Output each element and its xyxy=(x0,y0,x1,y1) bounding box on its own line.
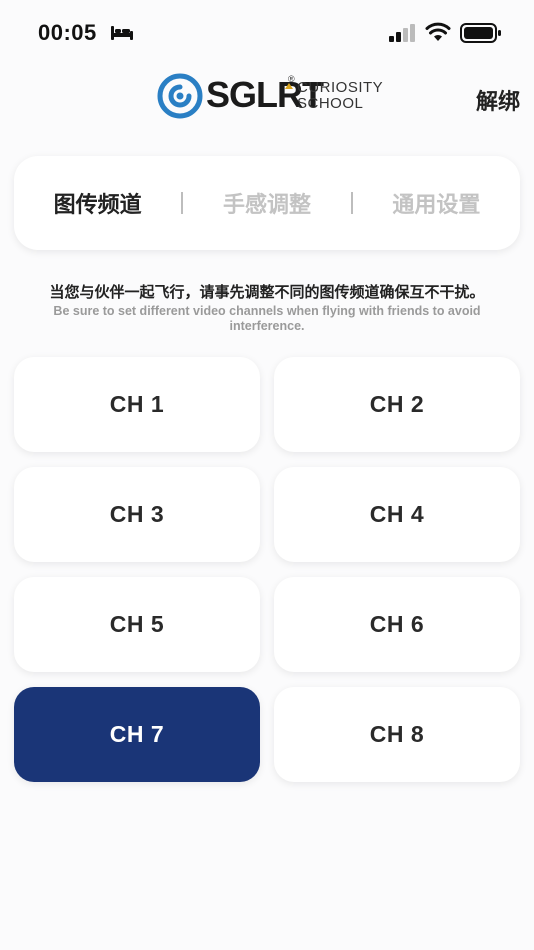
description-english: Be sure to set different video channels … xyxy=(53,304,481,333)
channel-grid: CH 1 CH 2 CH 3 CH 4 CH 5 CH 6 CH 7 CH 8 xyxy=(14,357,520,782)
logo-subtitle: CURIOSITY SCHOOL xyxy=(297,80,383,112)
channel-button-4[interactable]: CH 4 xyxy=(274,467,520,562)
channel-button-1[interactable]: CH 1 xyxy=(14,357,260,452)
logo-registered-mark: ® xyxy=(288,74,295,84)
unbind-button[interactable]: 解绑 xyxy=(476,84,520,116)
logo-mark-icon xyxy=(157,73,203,119)
logo-subtitle-line1: CURIOSITY xyxy=(297,79,384,96)
status-time: 00:05 xyxy=(38,20,97,45)
brand-logo: SGLRT ® CURIOSITY SCHOOL xyxy=(156,72,383,122)
channel-button-2[interactable]: CH 2 xyxy=(274,357,520,452)
battery-icon xyxy=(460,23,501,43)
logo-subtitle-line2: SCHOOL xyxy=(297,95,364,112)
tab-general-settings[interactable]: 通用设置 xyxy=(353,187,520,219)
channel-button-6[interactable]: CH 6 xyxy=(274,577,520,672)
channel-button-8[interactable]: CH 8 xyxy=(274,687,520,782)
channel-button-7[interactable]: CH 7 xyxy=(14,687,260,782)
status-bar: 00:05 xyxy=(0,0,534,64)
cellular-signal-icon xyxy=(389,24,415,42)
channel-button-3[interactable]: CH 3 xyxy=(14,467,260,562)
channel-settings-screen: 00:05 SGLRT ® CURIOSITY SCHOOL 解绑 图传频道 手… xyxy=(0,0,534,950)
wifi-icon xyxy=(425,22,451,41)
tab-video-channel[interactable]: 图传频道 xyxy=(14,187,181,219)
bed-icon xyxy=(111,26,133,40)
description-chinese: 当您与伙伴一起飞行，请事先调整不同的图传频道确保互不干扰。 xyxy=(49,283,485,301)
settings-tab-bar: 图传频道 手感调整 通用设置 xyxy=(14,156,520,250)
tab-control-feel[interactable]: 手感调整 xyxy=(183,187,350,219)
channel-button-5[interactable]: CH 5 xyxy=(14,577,260,672)
